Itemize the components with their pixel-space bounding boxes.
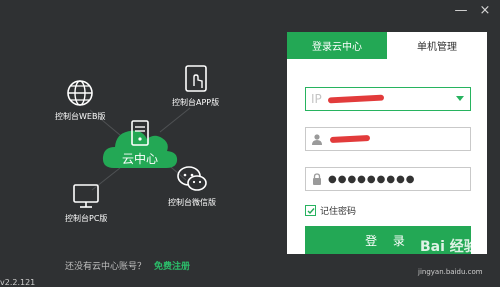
node-web[interactable]: 控制台WEB版 [55, 78, 105, 122]
window-controls: — × [454, 4, 492, 18]
wechat-icon [177, 166, 207, 191]
monitor-icon [73, 184, 100, 208]
watermark-url: jingyan.baidu.com [418, 268, 483, 276]
tab-cloud-login[interactable]: 登录云中心 [287, 32, 387, 59]
remember-row: 记住密码 [305, 204, 356, 217]
tablet-touch-icon [184, 65, 207, 92]
login-panel: 登录云中心 单机管理 IP ●●●●●●●●● 记住密码 登 录 [287, 32, 487, 254]
node-web-label: 控制台WEB版 [55, 112, 106, 121]
node-wechat[interactable]: 控制台微信版 [168, 164, 216, 208]
node-pc-label: 控制台PC版 [65, 214, 108, 223]
username-field[interactable] [305, 127, 471, 151]
node-app[interactable]: 控制台APP版 [172, 64, 219, 108]
diagram-area: 控制台WEB版 控制台APP版 云中心 控制台PC版 控制台微信版 [0, 0, 288, 285]
register-question: 还没有云中心账号？ [65, 262, 147, 272]
globe-icon [67, 80, 94, 106]
user-icon [310, 132, 324, 146]
lock-icon [310, 172, 324, 186]
close-button[interactable]: × [478, 4, 492, 18]
chevron-down-icon[interactable] [456, 96, 464, 101]
redacted-mark [329, 134, 371, 144]
node-wechat-label: 控制台微信版 [168, 198, 216, 207]
tab-standalone[interactable]: 单机管理 [387, 32, 487, 59]
redacted-mark [327, 94, 385, 104]
password-value: ●●●●●●●●● [328, 173, 416, 185]
node-app-label: 控制台APP版 [172, 98, 220, 107]
server-icon [131, 120, 149, 146]
version-label: v2.2.121 [0, 278, 36, 287]
login-tabs: 登录云中心 单机管理 [287, 32, 487, 59]
watermark-logo: Bai 经验 [420, 239, 478, 255]
minimize-button[interactable]: — [454, 4, 468, 18]
remember-checkbox[interactable] [305, 205, 316, 216]
checkmark-icon [307, 207, 315, 214]
node-pc[interactable]: 控制台PC版 [65, 182, 107, 224]
ip-select[interactable]: IP [305, 87, 471, 111]
ip-placeholder: IP [311, 92, 322, 106]
password-field[interactable]: ●●●●●●●●● [305, 167, 471, 191]
register-row: 还没有云中心账号？ 免费注册 [65, 259, 190, 272]
remember-label: 记住密码 [320, 207, 357, 217]
register-link[interactable]: 免费注册 [154, 262, 190, 272]
